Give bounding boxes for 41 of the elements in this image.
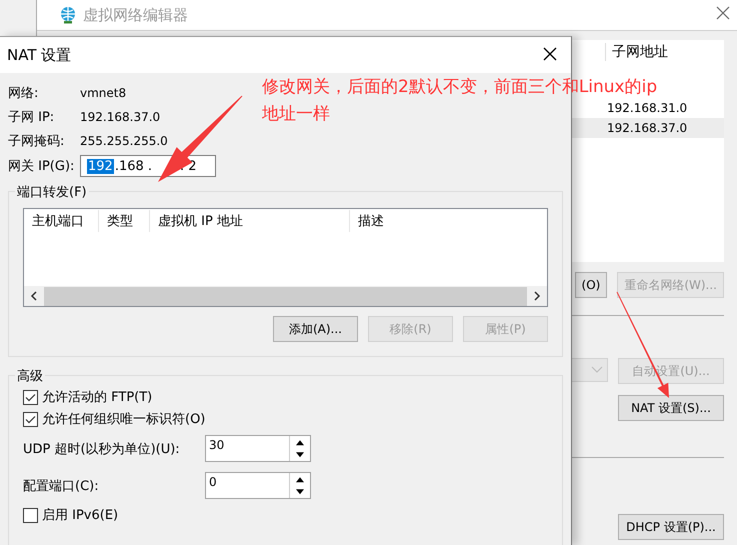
chevron-right-icon <box>533 291 541 301</box>
annotation-text: 地址一样 <box>262 104 330 125</box>
field-value: 192.168.37.0 <box>80 110 160 124</box>
field-label: 子网掩码: <box>8 133 66 150</box>
checkbox-label: 启用 IPv6(E) <box>42 507 118 524</box>
group-title: 端口转发(F) <box>15 183 89 201</box>
checkbox[interactable] <box>23 508 38 522</box>
column-header[interactable]: 描述 <box>350 210 384 232</box>
number-field[interactable]: 30 <box>205 435 311 462</box>
button[interactable]: DHCP 设置(P)... <box>618 514 724 540</box>
dialog-title: NAT 设置 <box>7 46 72 64</box>
button: 属性(P) <box>463 316 548 342</box>
chevron-down-icon <box>589 365 605 375</box>
button: 移除(R) <box>368 316 453 342</box>
button[interactable]: NAT 设置(S)... <box>618 395 724 421</box>
checkbox-label: 允许任何组织唯一标识符(O) <box>42 411 206 428</box>
checkbox-label: 允许活动的 FTP(T) <box>42 389 152 406</box>
field-label: 配置端口(C): <box>23 478 100 494</box>
number-field[interactable]: 0 <box>205 472 311 499</box>
field-label: 子网 IP: <box>8 109 56 126</box>
column-header[interactable]: 子网地址 <box>605 43 668 61</box>
button[interactable]: (O) <box>574 272 608 298</box>
column-header[interactable]: 虚拟机 IP 地址 <box>150 210 350 232</box>
button[interactable]: 添加(A)... <box>273 316 358 342</box>
column-header[interactable]: 类型 <box>99 210 150 232</box>
table-row[interactable]: 192.168.31.0 <box>571 98 724 118</box>
table-row[interactable]: 192.168.37.0 <box>571 118 724 138</box>
checkbox[interactable] <box>23 412 38 426</box>
checkbox[interactable] <box>23 390 38 404</box>
globe-icon <box>59 6 77 24</box>
column-header[interactable]: 主机端口 <box>24 210 99 232</box>
button: 重命名网络(W)... <box>617 272 724 298</box>
field-value: vmnet8 <box>80 86 126 100</box>
field-label: 网关 IP(G): <box>8 158 76 175</box>
chevron-left-icon <box>30 291 38 301</box>
scrollbar-thumb[interactable] <box>44 286 527 306</box>
group-title: 高级 <box>15 367 45 385</box>
field-value: 255.255.255.0 <box>80 134 168 148</box>
field-label: 网络: <box>8 85 40 102</box>
field-label: UDP 超时(以秒为单位)(U): <box>23 440 181 458</box>
window-title: 虚拟网络编辑器 <box>83 6 188 24</box>
